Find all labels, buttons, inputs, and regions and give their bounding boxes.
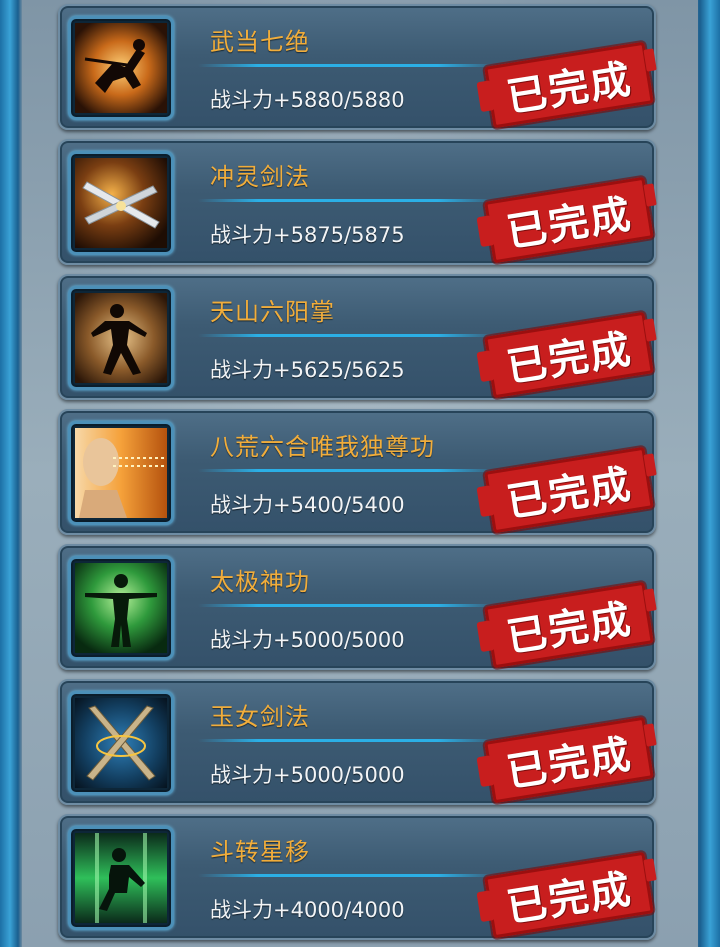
combat-power-text: 战斗力+5000/5000 <box>210 628 405 652</box>
combat-power-text: 战斗力+4000/4000 <box>210 898 405 922</box>
skill-title: 太极神功 <box>210 568 310 596</box>
kicking-fighter-icon <box>68 826 174 930</box>
crossed-swords-icon <box>68 151 174 255</box>
combat-power-text: 战斗力+5875/5875 <box>210 223 405 247</box>
combat-power-text: 战斗力+5400/5400 <box>210 493 405 517</box>
stamp-label: 已完成 <box>503 595 636 662</box>
completed-stamp: 已完成 <box>484 581 654 669</box>
divider-line <box>198 199 498 202</box>
divider-line <box>198 334 498 337</box>
stamp-label: 已完成 <box>503 730 636 797</box>
completed-stamp: 已完成 <box>484 311 654 399</box>
skill-title: 玉女剑法 <box>210 703 310 731</box>
skill-title: 天山六阳掌 <box>210 298 335 326</box>
skill-title: 八荒六合唯我独尊功 <box>210 433 435 461</box>
divider-line <box>198 64 498 67</box>
twin-swords-icon <box>68 691 174 795</box>
skill-row[interactable]: 太极神功 战斗力+5000/5000 已完成 <box>58 544 656 670</box>
skill-row[interactable]: 玉女剑法 战斗力+5000/5000 已完成 <box>58 679 656 805</box>
completed-stamp: 已完成 <box>484 41 654 129</box>
divider-line <box>198 874 498 877</box>
leaping-warrior-icon <box>68 16 174 120</box>
stamp-label: 已完成 <box>503 325 636 392</box>
screen-frame: 武当七绝 战斗力+5880/5880 已完成 冲灵剑法 战斗力+5875/587… <box>0 0 720 947</box>
completed-stamp: 已完成 <box>484 716 654 804</box>
divider-line <box>198 739 498 742</box>
stamp-label: 已完成 <box>503 460 636 527</box>
skill-row[interactable]: 武当七绝 战斗力+5880/5880 已完成 <box>58 4 656 130</box>
skill-row[interactable]: 八荒六合唯我独尊功 战斗力+5400/5400 已完成 <box>58 409 656 535</box>
divider-line <box>198 469 498 472</box>
skill-row[interactable]: 斗转星移 战斗力+4000/4000 已完成 <box>58 814 656 940</box>
skill-title: 斗转星移 <box>210 838 310 866</box>
tai-chi-figure-icon <box>68 556 174 660</box>
stamp-label: 已完成 <box>503 55 636 122</box>
skill-row[interactable]: 天山六阳掌 战斗力+5625/5625 已完成 <box>58 274 656 400</box>
completed-stamp: 已完成 <box>484 176 654 264</box>
bald-master-icon <box>68 421 174 525</box>
skill-title: 武当七绝 <box>210 28 310 56</box>
martial-stance-icon <box>68 286 174 390</box>
stamp-label: 已完成 <box>503 865 636 932</box>
skill-row[interactable]: 冲灵剑法 战斗力+5875/5875 已完成 <box>58 139 656 265</box>
combat-power-text: 战斗力+5880/5880 <box>210 88 405 112</box>
completed-stamp: 已完成 <box>484 851 654 939</box>
stamp-label: 已完成 <box>503 190 636 257</box>
completed-stamp: 已完成 <box>484 446 654 534</box>
combat-power-text: 战斗力+5000/5000 <box>210 763 405 787</box>
divider-line <box>198 604 498 607</box>
skill-title: 冲灵剑法 <box>210 163 310 191</box>
combat-power-text: 战斗力+5625/5625 <box>210 358 405 382</box>
